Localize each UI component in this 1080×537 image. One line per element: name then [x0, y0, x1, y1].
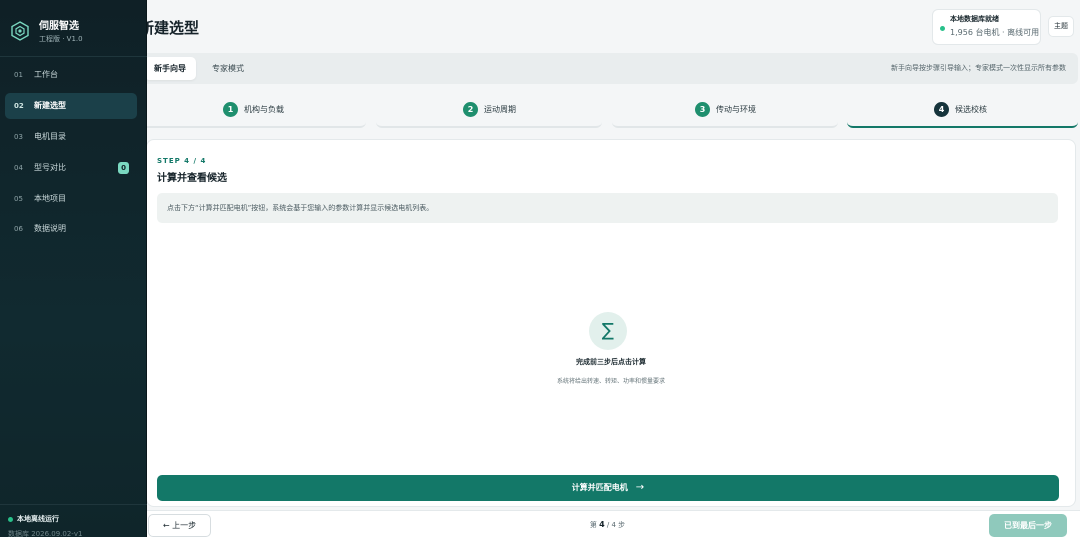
sidebar-footer-divider — [0, 504, 147, 505]
empty-state-subtitle: 系统将给出转速、转矩、功率和惯量要求 — [556, 378, 665, 385]
nav-number: 02 — [14, 102, 24, 110]
tab-expert[interactable]: 专家模式 — [202, 57, 254, 80]
sidebar-item-local-projects[interactable]: 05 本地项目 — [5, 186, 137, 212]
next-step-button[interactable]: 已到最后一步 — [989, 514, 1067, 537]
arrow-right-icon: → — [635, 482, 645, 493]
db-status-detail: 1,956 台电机 · 离线可用 — [950, 28, 1040, 37]
db-status-card: 本地数据库就绪 1,956 台电机 · 离线可用 — [932, 9, 1041, 45]
step-counter-prefix: 第 — [589, 521, 597, 529]
step-number: 4 — [934, 102, 949, 117]
db-version: 数据库 2026.09.02-v1 — [8, 530, 83, 537]
db-status-title: 本地数据库就绪 — [950, 15, 999, 23]
step-label: 传动与环境 — [716, 105, 756, 114]
page-title: 新建选型 — [139, 19, 200, 37]
online-status-dot-icon — [8, 517, 13, 522]
sidebar-item-motor-catalog[interactable]: 03 电机目录 — [5, 124, 137, 150]
status-dot-icon — [940, 26, 945, 31]
mode-hint: 新手向导按步骤引导输入；专家模式一次性显示所有参数 — [891, 64, 1066, 72]
step-counter: 第 4 / 4 步 — [540, 511, 675, 537]
brand-version: 工程版 · V1.0 — [39, 35, 83, 43]
sidebar-item-compare[interactable]: 04 型号对比 0 — [5, 155, 137, 181]
brand-logo-icon — [11, 21, 29, 41]
sidebar: 伺服智选 工程版 · V1.0 01 工作台 02 新建选型 03 电机目录 0… — [0, 0, 147, 537]
nav-label: 工作台 — [34, 70, 58, 79]
step-label: 运动周期 — [484, 105, 516, 114]
step-title: 计算并查看候选 — [157, 173, 227, 184]
empty-state-title: 完成前三步后点击计算 — [576, 358, 646, 366]
step-tag: STEP 4 / 4 — [157, 157, 207, 165]
sidebar-item-dashboard[interactable]: 01 工作台 — [5, 62, 137, 88]
mode-bar: 新手向导 专家模式 新手向导按步骤引导输入；专家模式一次性显示所有参数 — [140, 53, 1078, 84]
info-box: 点击下方“计算并匹配电机”按钮，系统会基于您输入的参数计算并显示候选电机列表。 — [157, 193, 1058, 223]
prev-step-button[interactable]: ← 上一步 — [148, 514, 211, 537]
step-counter-suffix: / 4 步 — [606, 521, 626, 529]
nav-number: 04 — [14, 164, 23, 172]
brand-name: 伺服智选 — [39, 21, 79, 32]
calculate-button-label: 计算并匹配电机 — [571, 483, 628, 492]
nav-label: 新建选型 — [34, 101, 66, 110]
nav-label: 本地项目 — [34, 194, 66, 203]
calculate-button[interactable]: 计算并匹配电机 → — [157, 475, 1059, 501]
wizard-footer: ← 上一步 第 4 / 4 步 已到最后一步 — [140, 510, 1080, 537]
sidebar-divider — [0, 56, 147, 57]
step-item-4[interactable]: 4 候选校核 — [847, 94, 1078, 128]
theme-button[interactable]: 主题 — [1048, 16, 1074, 37]
step-indicator: 1 机构与负载 2 运动周期 3 传动与环境 4 候选校核 — [140, 94, 1078, 128]
nav-number: 01 — [14, 71, 23, 79]
nav-number: 05 — [14, 195, 23, 203]
step-card: STEP 4 / 4 计算并查看候选 点击下方“计算并匹配电机”按钮，系统会基于… — [146, 139, 1076, 507]
nav-number: 03 — [14, 133, 23, 141]
step-label: 候选校核 — [955, 105, 987, 114]
step-label: 机构与负载 — [244, 105, 284, 114]
sigma-icon: ∑ — [589, 312, 627, 350]
sidebar-item-new-selection[interactable]: 02 新建选型 — [5, 93, 137, 119]
step-item-1[interactable]: 1 机构与负载 — [140, 94, 366, 128]
step-item-2[interactable]: 2 运动周期 — [376, 94, 602, 128]
nav-label: 电机目录 — [34, 132, 66, 141]
tab-wizard[interactable]: 新手向导 — [144, 57, 196, 80]
nav-label: 数据说明 — [34, 224, 66, 233]
step-number: 2 — [463, 102, 478, 117]
compare-count-badge: 0 — [118, 162, 129, 174]
nav-number: 06 — [14, 225, 23, 233]
step-number: 3 — [695, 102, 710, 117]
step-counter-current: 4 — [599, 520, 605, 529]
sidebar-item-data-notes[interactable]: 06 数据说明 — [5, 216, 137, 242]
step-number: 1 — [223, 102, 238, 117]
main-area: 新建选型 本地数据库就绪 1,956 台电机 · 离线可用 主题 新手向导 专家… — [0, 0, 1080, 537]
nav-label: 型号对比 — [34, 163, 66, 172]
offline-status: 本地离线运行 — [17, 515, 59, 523]
step-item-3[interactable]: 3 传动与环境 — [612, 94, 838, 128]
